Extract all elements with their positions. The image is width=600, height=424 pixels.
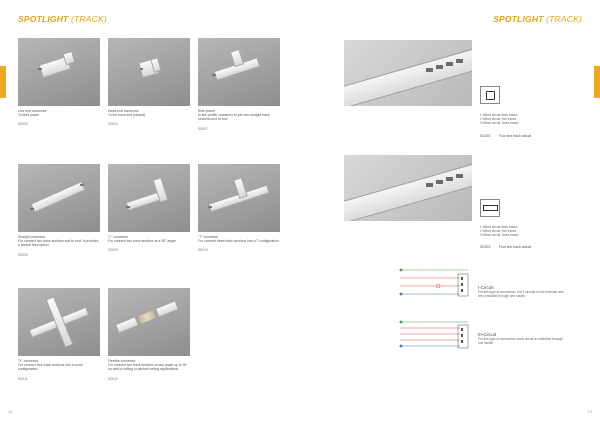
track-photo <box>344 155 472 221</box>
track-code: SD001 Four line track actual <box>480 134 531 138</box>
track-code: SD002 Four line track actual <box>480 245 531 249</box>
product-photo <box>18 288 100 356</box>
track-name: Four line track actual <box>498 134 532 138</box>
product-photo <box>198 38 280 106</box>
track-specs: 1 Wired circuit track tracks 2 Wired cir… <box>480 113 550 125</box>
product-desc: For connect four track sections into a c… <box>18 363 83 372</box>
title-sub: (TRACK) <box>543 14 582 24</box>
product-card: Side power In line profile connector to j… <box>198 38 280 131</box>
product-card: Flexible connector For connect two track … <box>108 288 190 381</box>
title-main: SPOTLIGHT <box>493 14 544 24</box>
product-desc: To the track end (closed) <box>108 113 146 118</box>
product-card: Live end connector To feed power SD003 <box>18 38 100 126</box>
spec-line: 3 Wired circuit, three tracks <box>480 233 519 237</box>
product-desc: For connect two track sections at any an… <box>108 363 187 372</box>
circuit-diagram <box>399 268 469 297</box>
product-code: SD009 <box>108 248 118 253</box>
page-number-left: 14 <box>8 409 13 414</box>
product-desc: For connect two track sections end to en… <box>18 239 99 248</box>
product-photo <box>18 38 100 106</box>
product-code: SD004 <box>108 122 118 127</box>
track-name: Four line track actual <box>498 245 532 249</box>
product-card: Dead-end connector To the track end (clos… <box>108 38 190 126</box>
edge-tab-left <box>0 66 6 98</box>
page-title-left: SPOTLIGHT (TRACK) <box>18 14 107 24</box>
product-photo <box>108 288 190 356</box>
product-photo <box>198 164 280 232</box>
track-photo <box>344 40 472 106</box>
spec-line: 3 Wired circuit, three tracks <box>480 121 519 125</box>
page-number-right: 15 <box>587 409 592 414</box>
product-desc: In line profile connector to join two st… <box>198 113 270 122</box>
product-photo <box>108 164 190 232</box>
product-code: SD008 <box>18 252 28 257</box>
product-desc: For connect three track sections into a … <box>198 239 280 244</box>
track-profile-icon <box>480 86 500 104</box>
product-photo <box>108 38 190 106</box>
track-sku: SD002 <box>480 245 491 249</box>
product-card: "L" connector For connect two track secti… <box>108 164 190 252</box>
product-card: "X" connector For connect four track sect… <box>18 288 100 381</box>
circuit-caption: I-Circuit For this type of connection, t… <box>478 285 564 298</box>
product-desc: To feed power <box>18 113 40 118</box>
title-main: SPOTLIGHT <box>18 14 69 24</box>
track-specs: 1 Wired circuit track tracks 2 Wired cir… <box>480 225 550 237</box>
product-code: SD012 <box>108 376 118 381</box>
circuit-desc: For this type of connection, each circui… <box>478 337 563 345</box>
circuit-diagram <box>399 320 469 349</box>
circuit-desc: For this type of connection, the 3 circu… <box>478 290 564 298</box>
product-code: SD010 <box>198 248 208 253</box>
title-sub: (TRACK) <box>68 14 107 24</box>
product-photo <box>18 164 100 232</box>
product-desc: For connect two track sections at a 90° … <box>108 239 177 244</box>
circuit-caption: III-Circuit For this type of connection,… <box>478 332 564 345</box>
product-code: SD003 <box>18 122 28 127</box>
edge-tab-right <box>594 66 600 98</box>
track-profile-icon <box>480 199 500 217</box>
product-code: SD007 <box>198 126 208 131</box>
product-code: SD011 <box>18 376 28 381</box>
page-title-right: SPOTLIGHT (TRACK) <box>493 14 582 24</box>
track-sku: SD001 <box>480 134 491 138</box>
product-card: "T" connector For connect three track sec… <box>198 164 280 252</box>
product-card: Straight connector For connect two track … <box>18 164 100 257</box>
